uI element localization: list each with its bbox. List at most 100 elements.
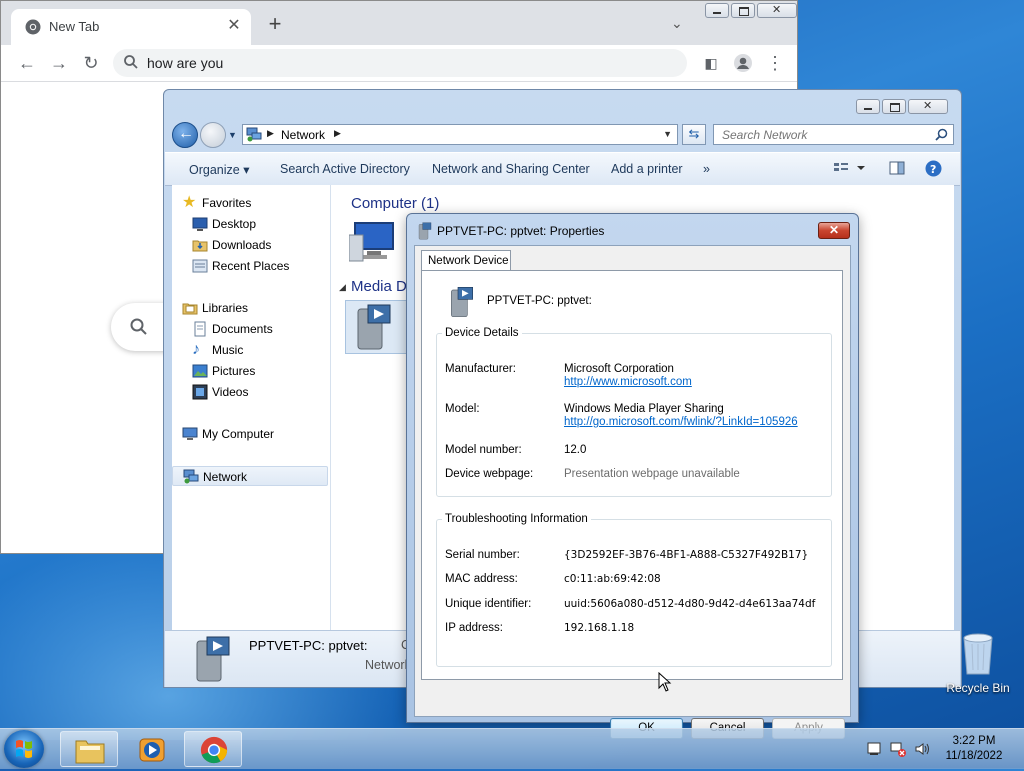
reload-icon[interactable]: ↻: [81, 53, 101, 73]
media-player-icon: [139, 738, 165, 762]
media-device-item[interactable]: [345, 300, 413, 354]
close-button[interactable]: [908, 99, 948, 114]
nav-libraries[interactable]: Libraries: [172, 298, 328, 318]
network-sharing-center-button[interactable]: Network and Sharing Center: [432, 162, 590, 176]
nav-network[interactable]: Network: [172, 466, 328, 486]
nav-label: Documents: [212, 322, 273, 336]
maximize-button[interactable]: [882, 99, 906, 114]
device-details-legend: Device Details: [445, 327, 519, 339]
nav-pictures[interactable]: Pictures: [172, 361, 328, 381]
chrome-tab-new-tab[interactable]: New Tab ✕: [11, 9, 251, 45]
details-device-name: PPTVET-PC: pptvet:: [249, 638, 368, 653]
tab-close-icon[interactable]: ✕: [225, 17, 243, 35]
omnibox[interactable]: how are you: [113, 49, 687, 77]
model-link[interactable]: http://go.microsoft.com/fwlink/?LinkId=1…: [564, 416, 798, 428]
taskbar-explorer-button[interactable]: [60, 731, 118, 767]
close-button[interactable]: [757, 3, 797, 18]
recent-pages-dropdown-icon[interactable]: ▼: [228, 130, 237, 140]
group-label: Media D: [351, 278, 407, 295]
model-number-value: 12.0: [564, 444, 587, 456]
clock-time: 3:22 PM: [952, 735, 996, 747]
manufacturer-value: Microsoft Corporation: [564, 363, 674, 375]
collapse-arrow-icon[interactable]: ◢: [339, 282, 346, 293]
forward-arrow-icon[interactable]: →: [49, 53, 69, 73]
nav-music[interactable]: ♪ Music: [172, 340, 328, 360]
minimize-button[interactable]: [856, 99, 880, 114]
model-value: Windows Media Player Sharing: [564, 403, 724, 415]
breadcrumb-network[interactable]: Network: [281, 128, 325, 142]
dialog-close-button[interactable]: [818, 222, 850, 239]
profile-avatar-icon[interactable]: [733, 53, 753, 73]
nav-desktop[interactable]: Desktop: [172, 214, 328, 234]
folder-icon: [75, 740, 105, 764]
nav-downloads[interactable]: Downloads: [172, 235, 328, 255]
back-arrow-icon[interactable]: ←: [17, 53, 37, 73]
preview-pane-icon[interactable]: [889, 160, 905, 176]
unique-identifier-value: uuid:5606a080-d512-4d80-9d42-d4e613aa74d…: [564, 598, 816, 610]
nav-label: Favorites: [202, 196, 252, 210]
new-tab-button[interactable]: +: [263, 13, 287, 37]
computer-icon[interactable]: [349, 221, 397, 265]
videos-icon: [192, 384, 208, 400]
side-panel-icon[interactable]: ◧: [701, 53, 721, 73]
recent-places-icon: [192, 259, 208, 273]
nav-label: Recent Places: [212, 259, 290, 273]
manufacturer-link[interactable]: http://www.microsoft.com: [564, 376, 692, 388]
tab-network-device[interactable]: Network Device: [421, 250, 511, 271]
change-view-icon[interactable]: [833, 160, 867, 176]
refresh-button[interactable]: ⇆: [682, 124, 706, 145]
nav-favorites[interactable]: ★ Favorites: [172, 193, 328, 213]
group-header-computer[interactable]: Computer (1): [351, 195, 439, 212]
search-icon[interactable]: [935, 128, 948, 141]
troubleshooting-group: Troubleshooting Information Serial numbe…: [436, 513, 832, 667]
breadcrumb-arrow-icon[interactable]: ▶: [334, 128, 341, 139]
properties-dialog: PPTVET-PC: pptvet: Properties Network De…: [406, 213, 859, 739]
nav-label: Music: [212, 343, 244, 357]
google-search-box[interactable]: [111, 303, 171, 351]
device-details-group: Device Details Manufacturer: Microsoft C…: [436, 327, 832, 497]
taskbar-media-player-button[interactable]: [122, 731, 180, 767]
search-active-directory-button[interactable]: Search Active Directory: [280, 162, 410, 176]
minimize-button[interactable]: [705, 3, 729, 18]
search-network-box[interactable]: [713, 124, 954, 145]
system-clock[interactable]: 3:22 PM 11/18/2022: [936, 734, 1012, 764]
organize-button[interactable]: Organize ▾: [189, 162, 249, 177]
nav-recent-places[interactable]: Recent Places: [172, 256, 328, 276]
taskbar-chrome-button[interactable]: [184, 731, 242, 767]
serial-number-value: {3D2592EF-3B76-4BF1-A888-C5327F492B17}: [564, 549, 809, 561]
troubleshooting-legend: Troubleshooting Information: [445, 513, 588, 525]
nav-videos[interactable]: Videos: [172, 382, 328, 402]
breadcrumb-arrow-icon[interactable]: ▶: [267, 128, 274, 139]
windows-logo-icon: [16, 740, 32, 758]
help-icon[interactable]: ?: [925, 160, 942, 177]
menu-kebab-icon[interactable]: ⋮: [765, 53, 785, 73]
recycle-bin-desktop-icon[interactable]: Recycle Bin: [946, 630, 1010, 695]
address-dropdown-icon[interactable]: ▼: [663, 129, 672, 139]
network-disconnected-icon[interactable]: [890, 741, 906, 757]
model-number-label: Model number:: [445, 444, 522, 456]
clock-date: 11/18/2022: [945, 750, 1003, 762]
group-header-media-devices[interactable]: ◢ Media D: [339, 278, 407, 295]
tab-search-chevron-icon[interactable]: ⌄: [671, 15, 683, 32]
address-bar[interactable]: ▶ Network ▶ ▼: [242, 124, 678, 145]
nav-documents[interactable]: Documents: [172, 319, 328, 339]
back-button[interactable]: [172, 122, 198, 148]
action-center-flag-icon[interactable]: [866, 741, 882, 757]
add-printer-button[interactable]: Add a printer: [611, 162, 683, 176]
volume-icon[interactable]: [914, 741, 930, 757]
serial-number-label: Serial number:: [445, 549, 520, 561]
network-device-tab-page: PPTVET-PC: pptvet: Device Details Manufa…: [421, 270, 843, 680]
forward-button[interactable]: [200, 122, 226, 148]
search-icon: [124, 55, 138, 69]
nav-label: Downloads: [212, 238, 272, 252]
nav-my-computer[interactable]: My Computer: [172, 424, 328, 444]
ip-address-label: IP address:: [445, 622, 503, 634]
desktop-icon: [192, 217, 208, 231]
maximize-button[interactable]: [731, 3, 755, 18]
search-input[interactable]: [720, 127, 924, 143]
dialog-title: PPTVET-PC: pptvet: Properties: [437, 224, 605, 238]
more-commands-button[interactable]: »: [703, 162, 710, 176]
recycle-bin-icon: [963, 633, 993, 675]
nav-label: Pictures: [212, 364, 256, 378]
start-button[interactable]: [4, 730, 44, 768]
